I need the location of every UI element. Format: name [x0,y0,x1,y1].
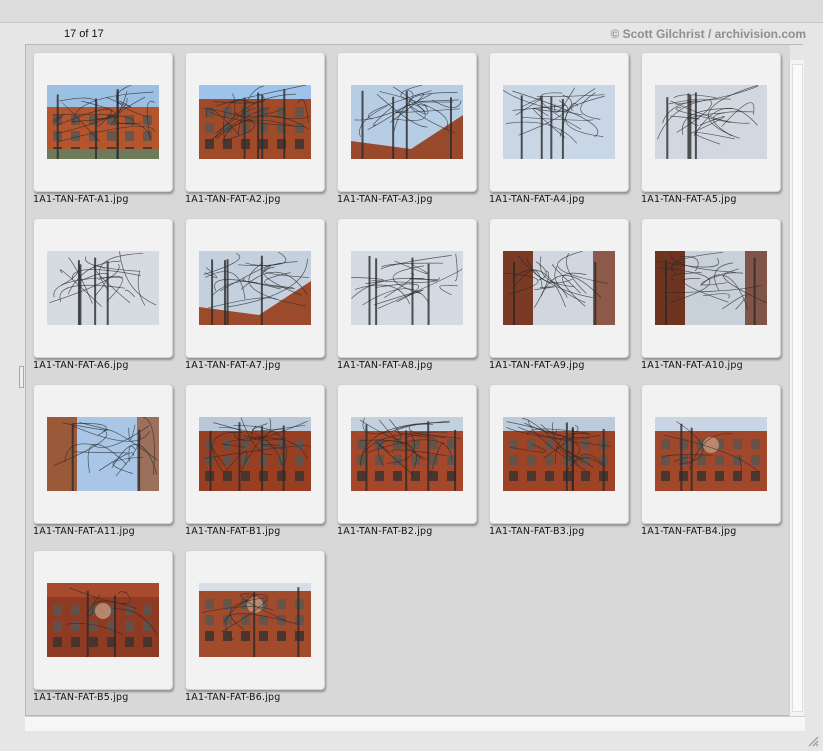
thumbnail-filename: 1A1-TAN-FAT-A9.jpg [489,360,585,371]
thumbnail-image[interactable] [47,583,159,657]
thumbnail-card[interactable] [33,550,173,690]
vertical-scrollbar[interactable] [789,60,804,716]
thumbnail-image[interactable] [655,417,767,491]
thumbnail-image[interactable] [503,251,615,325]
thumbnail-filename: 1A1-TAN-FAT-A11.jpg [33,526,135,537]
thumbnail-filename: 1A1-TAN-FAT-B2.jpg [337,526,433,537]
thumbnail-card[interactable] [641,384,781,524]
thumbnail-item[interactable]: 1A1-TAN-FAT-A8.jpg [337,218,485,378]
thumbnail-filename: 1A1-TAN-FAT-A1.jpg [33,194,129,205]
thumbnail-filename: 1A1-TAN-FAT-A10.jpg [641,360,743,371]
thumbnail-card[interactable] [185,52,325,192]
thumbnail-image[interactable] [503,85,615,159]
thumbnail-card[interactable] [337,218,477,358]
thumbnail-item[interactable]: 1A1-TAN-FAT-B3.jpg [489,384,637,544]
thumbnail-image[interactable] [655,251,767,325]
thumbnail-item[interactable]: 1A1-TAN-FAT-A4.jpg [489,52,637,212]
splitter-handle[interactable] [19,366,24,388]
thumbnail-filename: 1A1-TAN-FAT-A8.jpg [337,360,433,371]
thumbnail-filename: 1A1-TAN-FAT-B3.jpg [489,526,585,537]
thumbnail-filename: 1A1-TAN-FAT-A7.jpg [185,360,281,371]
thumbnail-item[interactable]: 1A1-TAN-FAT-A11.jpg [33,384,181,544]
thumbnail-item[interactable]: 1A1-TAN-FAT-A9.jpg [489,218,637,378]
thumbnail-image[interactable] [199,417,311,491]
thumbnail-card[interactable] [33,384,173,524]
thumbnail-item[interactable]: 1A1-TAN-FAT-B5.jpg [33,550,181,710]
thumbnail-item[interactable]: 1A1-TAN-FAT-A3.jpg [337,52,485,212]
thumbnail-item[interactable]: 1A1-TAN-FAT-A5.jpg [641,52,789,212]
thumbnail-image[interactable] [351,251,463,325]
thumbnail-item[interactable]: 1A1-TAN-FAT-A10.jpg [641,218,789,378]
thumbnail-card[interactable] [33,218,173,358]
thumbnail-image[interactable] [47,417,159,491]
thumbnail-item[interactable]: 1A1-TAN-FAT-A1.jpg [33,52,181,212]
thumbnail-image[interactable] [199,583,311,657]
thumbnail-card[interactable] [489,52,629,192]
thumbnail-filename: 1A1-TAN-FAT-B5.jpg [33,692,129,703]
thumbnail-filename: 1A1-TAN-FAT-A4.jpg [489,194,585,205]
thumbnail-card[interactable] [641,218,781,358]
thumbnail-filename: 1A1-TAN-FAT-A3.jpg [337,194,433,205]
image-count: 17 of 17 [64,28,104,40]
thumbnail-item[interactable]: 1A1-TAN-FAT-B4.jpg [641,384,789,544]
thumbnail-filename: 1A1-TAN-FAT-B1.jpg [185,526,281,537]
resize-grip-icon[interactable] [807,735,819,747]
thumbnail-image[interactable] [351,85,463,159]
thumbnail-item[interactable]: 1A1-TAN-FAT-B1.jpg [185,384,333,544]
thumbnail-item[interactable]: 1A1-TAN-FAT-B2.jpg [337,384,485,544]
thumbnail-filename: 1A1-TAN-FAT-A6.jpg [33,360,129,371]
thumbnail-item[interactable]: 1A1-TAN-FAT-A6.jpg [33,218,181,378]
thumbnail-item[interactable]: 1A1-TAN-FAT-B6.jpg [185,550,333,710]
thumbnail-grid: 1A1-TAN-FAT-A1.jpg 1A1-TAN-FAT-A2.jpg 1A1-… [25,45,790,716]
copyright-credit: © Scott Gilchrist / archivision.com [610,27,806,41]
thumbnail-image[interactable] [655,85,767,159]
thumbnail-image[interactable] [503,417,615,491]
thumbnail-card[interactable] [489,218,629,358]
thumbnail-filename: 1A1-TAN-FAT-B4.jpg [641,526,737,537]
thumbnail-filename: 1A1-TAN-FAT-A2.jpg [185,194,281,205]
thumbnail-image[interactable] [199,251,311,325]
thumbnail-card[interactable] [641,52,781,192]
window-top-band [0,0,823,23]
thumbnail-filename: 1A1-TAN-FAT-B6.jpg [185,692,281,703]
thumbnail-image[interactable] [351,417,463,491]
thumbnail-card[interactable] [337,384,477,524]
thumbnail-card[interactable] [185,550,325,690]
status-bar [25,716,805,731]
thumbnail-item[interactable]: 1A1-TAN-FAT-A2.jpg [185,52,333,212]
scrollbar-thumb[interactable] [792,64,803,712]
thumbnail-card[interactable] [33,52,173,192]
thumbnail-image[interactable] [47,251,159,325]
thumbnail-item[interactable]: 1A1-TAN-FAT-A7.jpg [185,218,333,378]
thumbnail-image[interactable] [199,85,311,159]
thumbnail-card[interactable] [337,52,477,192]
thumbnail-card[interactable] [185,218,325,358]
thumbnail-image[interactable] [47,85,159,159]
thumbnail-filename: 1A1-TAN-FAT-A5.jpg [641,194,737,205]
thumbnail-card[interactable] [489,384,629,524]
thumbnail-card[interactable] [185,384,325,524]
